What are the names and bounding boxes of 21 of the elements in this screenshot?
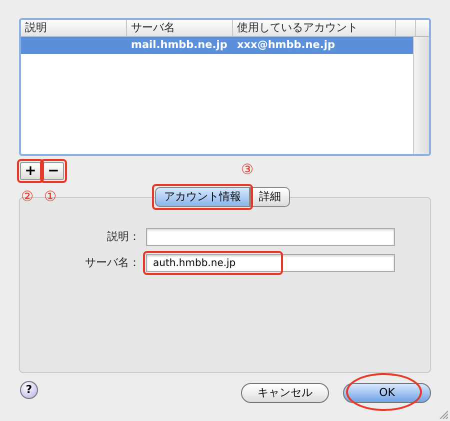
- scrollbar[interactable]: [413, 37, 429, 154]
- field-label: サーバ名：: [84, 254, 140, 271]
- column-header[interactable]: サーバ名: [127, 20, 233, 36]
- field-label: 説明：: [106, 228, 140, 245]
- table-cell-text: mail.hmbb.ne.jp: [130, 38, 228, 53]
- ok-button[interactable]: OK: [343, 383, 431, 403]
- add-button[interactable]: +: [20, 162, 41, 180]
- callout-number: ①: [44, 189, 57, 205]
- callout-number: ②: [21, 189, 34, 205]
- cancel-button[interactable]: キャンセル: [241, 383, 329, 403]
- resize-grip-icon[interactable]: [438, 409, 448, 419]
- column-header[interactable]: 説明: [21, 20, 127, 36]
- tab[interactable]: アカウント情報: [155, 187, 250, 207]
- input-field[interactable]: [146, 228, 395, 246]
- tab[interactable]: 詳細: [250, 187, 290, 207]
- remove-button[interactable]: −: [43, 162, 64, 180]
- input-field[interactable]: auth.hmbb.ne.jp: [146, 254, 395, 272]
- help-button[interactable]: ?: [20, 381, 38, 399]
- column-header[interactable]: 使用しているアカウント: [233, 20, 396, 36]
- table-cell-text: xxx@hmbb.ne.jp: [236, 38, 336, 53]
- callout-number: ③: [241, 162, 254, 178]
